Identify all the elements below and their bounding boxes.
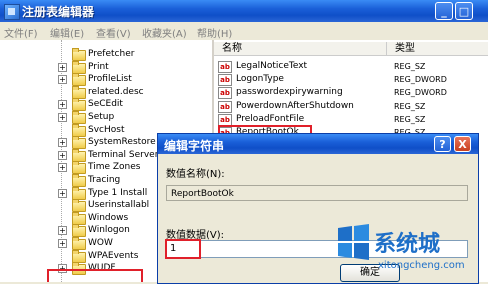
tree-item-label: Prefetcher <box>88 49 135 59</box>
menu-edit[interactable]: 编辑(E) <box>50 25 84 40</box>
folder-icon <box>72 249 86 263</box>
folder-icon <box>72 224 86 238</box>
column-header-name[interactable]: 名称 <box>214 42 386 56</box>
tree-item[interactable]: + Print <box>0 60 212 74</box>
expand-toggle-icon[interactable]: + <box>58 138 67 148</box>
dialog-close-button[interactable]: X <box>454 136 471 152</box>
value-data-highlight-box <box>165 239 201 259</box>
value-name: LogonType <box>236 74 284 85</box>
regedit-app-icon <box>4 4 20 20</box>
menu-help[interactable]: 帮助(H) <box>197 25 232 40</box>
string-value-icon: ab <box>218 61 232 73</box>
tree-item[interactable]: related.desc <box>0 85 212 99</box>
menu-bar: 文件(F) 编辑(E) 查看(V) 收藏夹(A) 帮助(H) <box>0 22 488 40</box>
dialog-title: 编辑字符串 <box>164 139 225 153</box>
value-name: passwordexpirywarning <box>236 87 343 98</box>
tree-item-label: Tracing <box>88 175 121 185</box>
minimize-button[interactable]: _ <box>435 2 453 20</box>
winlogon-highlight-box <box>47 269 143 282</box>
tree-item-label: WPAEvents <box>88 250 139 261</box>
tree-item-label: Userinstallabl <box>88 200 150 211</box>
tree-item[interactable]: + SeCEdit <box>0 98 212 112</box>
tree-item-label: SeCEdit <box>88 99 123 110</box>
folder-icon <box>72 48 86 61</box>
watermark-url: xitongcheng.com <box>378 260 465 271</box>
site-logo-icon <box>338 224 369 260</box>
menu-view[interactable]: 查看(V) <box>96 25 131 40</box>
folder-icon <box>72 73 86 87</box>
tree-item-label: Terminal Server <box>88 149 159 160</box>
watermark-brand: 系统城 <box>374 232 441 257</box>
site-watermark: 系统城 xitongcheng.com <box>330 222 488 282</box>
column-header-type[interactable]: 类型 <box>386 42 488 56</box>
value-name: PreloadFontFile <box>236 113 305 124</box>
string-value-icon: ab <box>218 113 232 126</box>
value-row[interactable]: ab passwordexpirywarning REG_DWORD <box>214 86 488 100</box>
tree-item[interactable]: + ProfileList <box>0 73 212 87</box>
value-row[interactable]: ab PowerdownAfterShutdown REG_SZ <box>214 100 488 113</box>
expand-toggle-icon[interactable]: + <box>58 75 67 85</box>
folder-icon <box>72 199 86 213</box>
menu-file[interactable]: 文件(F) <box>4 25 38 40</box>
folder-icon <box>72 161 86 175</box>
value-type: REG_SZ <box>394 62 426 71</box>
expand-toggle-icon[interactable]: + <box>58 188 67 198</box>
value-name: PowerdownAfterShutdown <box>236 100 354 111</box>
tree-item-label: SystemRestore <box>88 137 156 148</box>
tree-item-label: related.desc <box>88 86 144 97</box>
dialog-title-bar: 编辑字符串 ? X <box>158 134 478 154</box>
value-name-label: 数值名称(N): <box>166 169 225 180</box>
tree-item-label: Type 1 Install <box>88 187 148 198</box>
expand-toggle-icon[interactable]: + <box>58 62 67 72</box>
value-type: REG_DWORD <box>394 88 447 98</box>
tree-item-label: Winlogon <box>88 225 130 236</box>
expand-toggle-icon[interactable]: + <box>58 150 67 160</box>
string-value-icon: ab <box>218 74 232 87</box>
value-row[interactable]: ab PreloadFontFile REG_SZ <box>214 113 488 126</box>
folder-icon <box>72 186 86 200</box>
folder-icon <box>72 174 86 187</box>
folder-icon <box>72 148 86 162</box>
value-row[interactable]: ab LegalNoticeText REG_SZ <box>214 60 488 73</box>
value-type: REG_SZ <box>394 114 426 124</box>
value-row[interactable]: ab LogonType REG_DWORD <box>214 73 488 87</box>
tree-item-label: WOW <box>88 238 113 248</box>
folder-icon <box>72 136 86 150</box>
maximize-button[interactable]: □ <box>455 2 473 20</box>
string-value-icon: ab <box>218 100 232 113</box>
title-bar: 注册表编辑器 _ □ <box>0 0 488 23</box>
expand-toggle-icon[interactable]: + <box>58 100 67 110</box>
expand-toggle-icon[interactable]: + <box>58 163 67 173</box>
folder-icon <box>72 85 86 99</box>
folder-icon <box>72 111 86 124</box>
tree-item[interactable]: Prefetcher <box>0 48 212 61</box>
expand-toggle-icon[interactable]: + <box>58 239 67 248</box>
tree-item-label: ProfileList <box>88 74 132 85</box>
value-name-field: ReportBootOk <box>166 185 468 201</box>
tree-item-label: SvcHost <box>88 124 125 135</box>
tree-item-label: Print <box>88 61 109 72</box>
menu-favorites[interactable]: 收藏夹(A) <box>142 25 187 40</box>
folder-icon <box>72 211 86 225</box>
folder-icon <box>72 60 86 74</box>
value-type: REG_DWORD <box>394 75 447 85</box>
string-value-icon: ab <box>218 87 232 100</box>
tree-item-label: Windows <box>88 212 129 223</box>
dialog-help-button[interactable]: ? <box>434 136 451 152</box>
folder-icon <box>72 123 86 137</box>
value-name: LegalNoticeText <box>236 61 308 71</box>
expand-toggle-icon[interactable]: + <box>58 113 67 122</box>
tree-item[interactable]: + Setup <box>0 111 212 124</box>
folder-icon <box>72 98 86 112</box>
tree-item-label: Setup <box>88 112 115 122</box>
value-type: REG_SZ <box>394 101 426 111</box>
folder-icon <box>72 237 86 250</box>
tree-item-label: Time Zones <box>88 162 141 173</box>
window-title: 注册表编辑器 <box>22 5 95 19</box>
expand-toggle-icon[interactable]: + <box>58 226 67 236</box>
